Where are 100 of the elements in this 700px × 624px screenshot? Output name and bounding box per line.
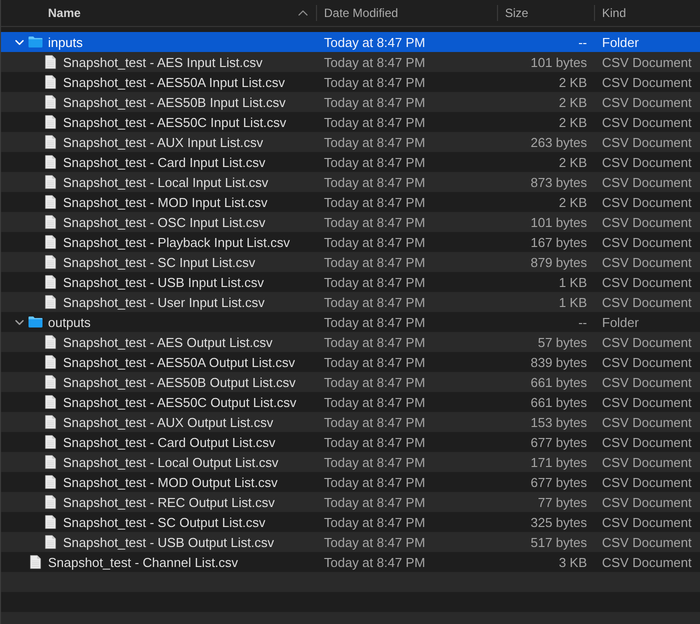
date-modified: Today at 8:47 PM bbox=[323, 34, 426, 50]
file-kind: CSV Document bbox=[601, 234, 693, 250]
file-row[interactable]: Snapshot_test - AES50B Input List.csv Today at 8:47 PM 2 KB CSV Document bbox=[1, 92, 700, 112]
column-header[interactable]: Name bbox=[1, 5, 316, 21]
file-kind: CSV Document bbox=[601, 294, 693, 310]
file-kind: CSV Document bbox=[601, 74, 693, 90]
file-kind: CSV Document bbox=[601, 374, 693, 390]
date-modified: Today at 8:47 PM bbox=[323, 554, 426, 570]
date-modified: Today at 8:47 PM bbox=[323, 74, 426, 90]
file-name: Snapshot_test - SC Output List.csv bbox=[63, 514, 266, 530]
date-modified: Today at 8:47 PM bbox=[323, 54, 426, 70]
file-row[interactable]: Snapshot_test - SC Input List.csv Today at 8:47 PM 879 bytes CSV Document bbox=[1, 252, 700, 272]
file-size: 153 bytes bbox=[530, 414, 588, 430]
date-modified: Today at 8:47 PM bbox=[323, 394, 426, 410]
column-header[interactable]: Size bbox=[497, 5, 594, 21]
file-row[interactable]: Snapshot_test - AES Input List.csv Today at 8:47 PM 101 bytes CSV Document bbox=[1, 52, 700, 72]
file-kind: CSV Document bbox=[601, 474, 693, 490]
date-modified: Today at 8:47 PM bbox=[323, 294, 426, 310]
file-size: 2 KB bbox=[558, 114, 588, 130]
document-icon bbox=[45, 415, 56, 429]
date-modified: Today at 8:47 PM bbox=[323, 454, 426, 470]
document-icon bbox=[45, 55, 56, 69]
file-name: Snapshot_test - AES50A Input List.csv bbox=[63, 74, 285, 90]
document-icon bbox=[45, 295, 56, 309]
date-modified: Today at 8:47 PM bbox=[323, 234, 426, 250]
date-modified: Today at 8:47 PM bbox=[323, 434, 426, 450]
file-size: 661 bytes bbox=[530, 394, 588, 410]
date-modified: Today at 8:47 PM bbox=[323, 314, 426, 330]
date-modified: Today at 8:47 PM bbox=[323, 194, 426, 210]
date-modified: Today at 8:47 PM bbox=[323, 134, 426, 150]
file-size: 3 KB bbox=[558, 554, 588, 570]
file-kind: CSV Document bbox=[601, 254, 693, 270]
column-header[interactable]: Date Modified bbox=[316, 5, 497, 21]
date-modified: Today at 8:47 PM bbox=[323, 534, 426, 550]
file-name: Snapshot_test - AUX Input List.csv bbox=[63, 134, 264, 150]
file-row[interactable]: Snapshot_test - User Input List.csv Today at 8:47 PM 1 KB CSV Document bbox=[1, 292, 700, 312]
document-icon bbox=[45, 135, 56, 149]
file-row[interactable]: Snapshot_test - Local Output List.csv Today at 8:47 PM 171 bytes CSV Document bbox=[1, 452, 700, 472]
chevron-up-icon bbox=[298, 10, 308, 16]
file-name: Snapshot_test - MOD Output List.csv bbox=[63, 474, 278, 490]
file-kind: CSV Document bbox=[601, 94, 693, 110]
chevron-down-icon[interactable] bbox=[15, 38, 24, 46]
file-name: Snapshot_test - OSC Input List.csv bbox=[63, 214, 266, 230]
document-icon bbox=[45, 355, 56, 369]
chevron-down-icon[interactable] bbox=[15, 318, 24, 326]
file-row[interactable]: Snapshot_test - AES Output List.csv Today at 8:47 PM 57 bytes CSV Document bbox=[1, 332, 700, 352]
file-kind: CSV Document bbox=[601, 334, 693, 350]
file-name: outputs bbox=[48, 314, 91, 330]
file-row[interactable]: Snapshot_test - Local Input List.csv Today at 8:47 PM 873 bytes CSV Document bbox=[1, 172, 700, 192]
date-modified: Today at 8:47 PM bbox=[323, 354, 426, 370]
column-header[interactable]: Kind bbox=[594, 5, 700, 21]
file-row[interactable]: Snapshot_test - USB Output List.csv Today at 8:47 PM 517 bytes CSV Document bbox=[1, 532, 700, 552]
file-kind: CSV Document bbox=[601, 394, 693, 410]
file-size: 1 KB bbox=[558, 274, 588, 290]
date-modified: Today at 8:47 PM bbox=[323, 94, 426, 110]
file-size: 101 bytes bbox=[530, 214, 588, 230]
file-kind: CSV Document bbox=[601, 454, 693, 470]
file-name: Snapshot_test - SC Input List.csv bbox=[63, 254, 256, 270]
document-icon bbox=[45, 515, 56, 529]
file-row[interactable]: Snapshot_test - REC Output List.csv Today at 8:47 PM 77 bytes CSV Document bbox=[1, 492, 700, 512]
document-icon bbox=[45, 475, 56, 489]
date-modified: Today at 8:47 PM bbox=[323, 274, 426, 290]
file-kind: Folder bbox=[601, 314, 640, 330]
file-size: 2 KB bbox=[558, 194, 588, 210]
file-kind: CSV Document bbox=[601, 174, 693, 190]
file-name: Snapshot_test - User Input List.csv bbox=[63, 294, 265, 310]
document-icon bbox=[45, 455, 56, 469]
document-icon bbox=[45, 535, 56, 549]
file-size: 661 bytes bbox=[530, 374, 588, 390]
file-size: 101 bytes bbox=[530, 54, 588, 70]
file-kind: CSV Document bbox=[601, 554, 693, 570]
file-size: 77 bytes bbox=[536, 494, 588, 510]
file-row[interactable]: Snapshot_test - AUX Input List.csv Today at 8:47 PM 263 bytes CSV Document bbox=[1, 132, 700, 152]
file-kind: CSV Document bbox=[601, 214, 693, 230]
file-name: Snapshot_test - AES50B Output List.csv bbox=[63, 374, 296, 390]
folder-icon bbox=[28, 316, 43, 328]
file-size: 873 bytes bbox=[530, 174, 588, 190]
file-size: 2 KB bbox=[558, 94, 588, 110]
file-name: Snapshot_test - USB Input List.csv bbox=[63, 274, 264, 290]
file-size: 171 bytes bbox=[530, 454, 588, 470]
file-row[interactable]: Snapshot_test - OSC Input List.csv Today at 8:47 PM 101 bytes CSV Document bbox=[1, 212, 700, 232]
folder-row[interactable]: inputs Today at 8:47 PM -- Folder bbox=[1, 32, 700, 52]
document-icon bbox=[30, 555, 41, 569]
file-row[interactable]: Snapshot_test - AES50B Output List.csv Today at 8:47 PM 661 bytes CSV Document bbox=[1, 372, 700, 392]
file-row[interactable]: Snapshot_test - AUX Output List.csv Today at 8:47 PM 153 bytes CSV Document bbox=[1, 412, 700, 432]
file-kind: CSV Document bbox=[601, 194, 693, 210]
file-kind: CSV Document bbox=[601, 354, 693, 370]
document-icon bbox=[45, 175, 56, 189]
file-size: 677 bytes bbox=[530, 434, 588, 450]
file-size: 879 bytes bbox=[530, 254, 588, 270]
date-modified: Today at 8:47 PM bbox=[323, 374, 426, 390]
file-kind: CSV Document bbox=[601, 534, 693, 550]
document-icon bbox=[45, 75, 56, 89]
file-name: inputs bbox=[48, 34, 83, 50]
date-modified: Today at 8:47 PM bbox=[323, 174, 426, 190]
document-icon bbox=[45, 495, 56, 509]
file-kind: CSV Document bbox=[601, 134, 693, 150]
file-kind: CSV Document bbox=[601, 434, 693, 450]
file-name: Snapshot_test - USB Output List.csv bbox=[63, 534, 274, 550]
file-size: 2 KB bbox=[558, 154, 588, 170]
